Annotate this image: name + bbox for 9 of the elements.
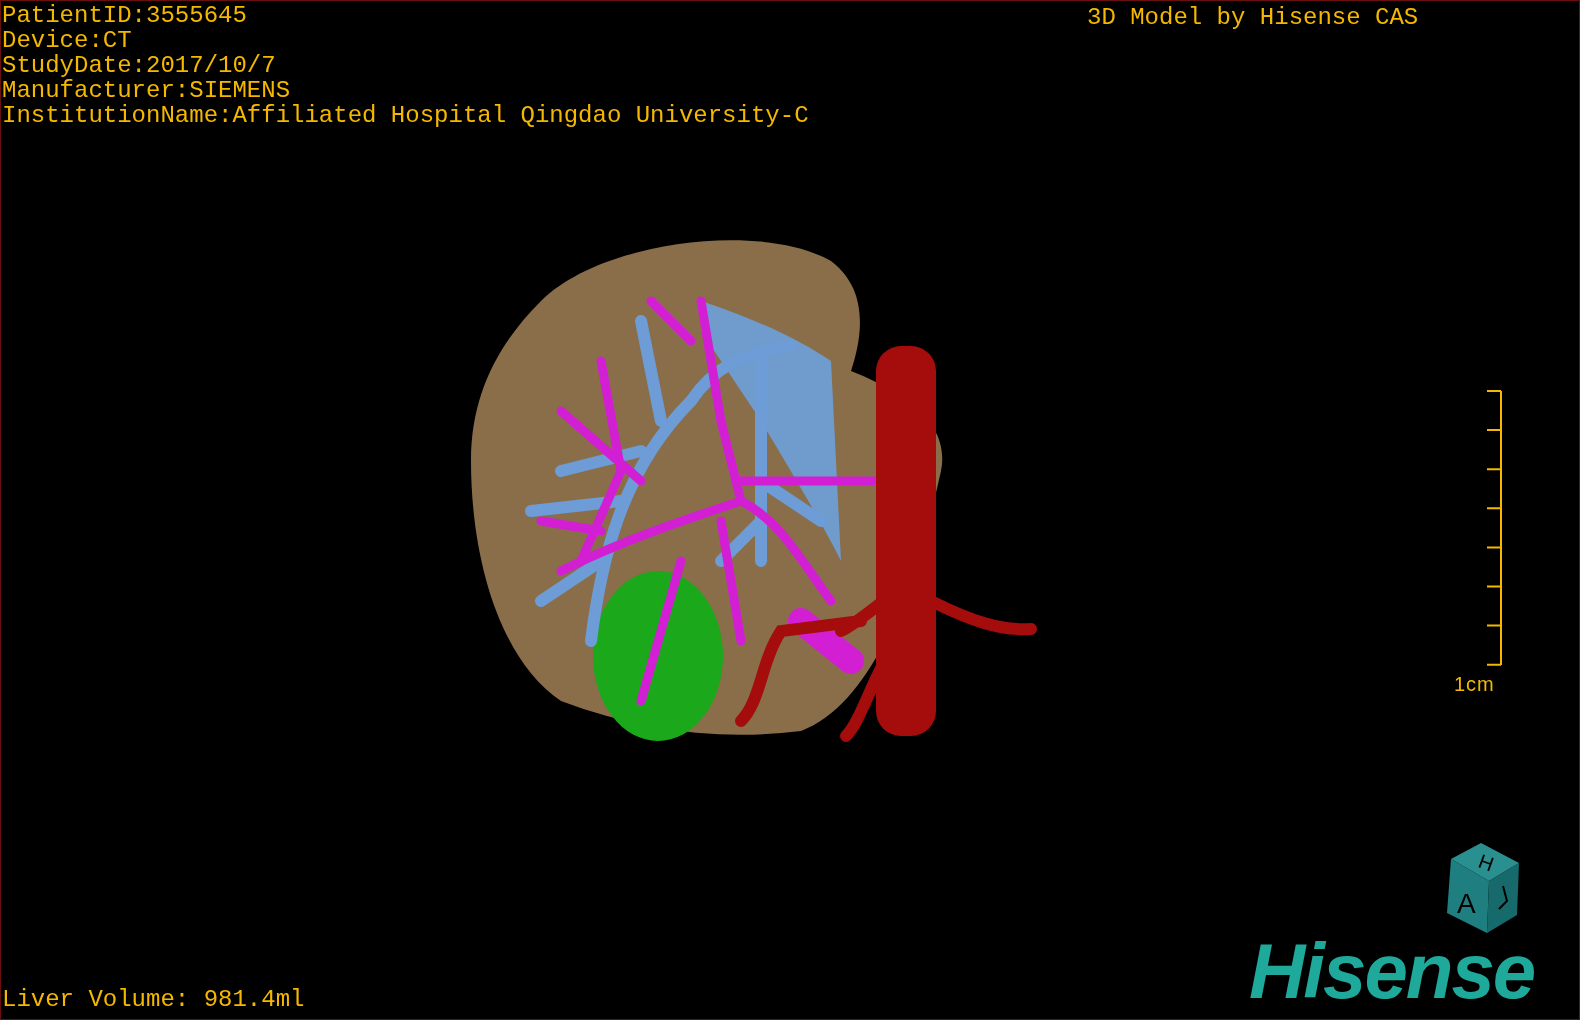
- study-info-text: PatientID:3555645: [2, 3, 248, 28]
- scale-label: 1cm: [1454, 672, 1495, 697]
- credit-text: 3D Model by Hisense CAS: [1087, 5, 1419, 30]
- study-info-text: InstitutionName:Affiliated Hospital Qingdao University-C: [2, 103, 809, 128]
- liver-volume-text: Liver Volume: 981.4ml: [2, 987, 305, 1012]
- scale-bar-icon: [1486, 390, 1502, 666]
- study-info-text: StudyDate:2017/10/7: [2, 53, 277, 78]
- study-info-text: Manufacturer:SIEMENS: [2, 78, 292, 103]
- study-info-text: Device:CT: [2, 28, 133, 53]
